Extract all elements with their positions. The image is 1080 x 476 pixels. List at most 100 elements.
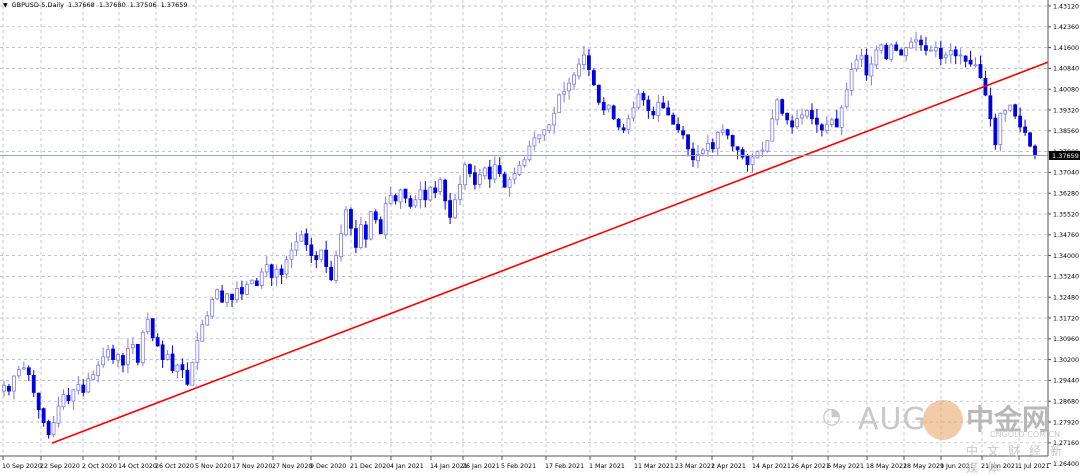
candle	[661, 96, 666, 109]
candle	[487, 159, 492, 188]
candle-body-bull	[294, 241, 299, 251]
candle-body-bear	[220, 290, 224, 303]
candle	[140, 330, 145, 367]
candle-body-bear	[403, 188, 408, 199]
high-value: 1.37680	[98, 1, 126, 9]
candle	[468, 163, 472, 178]
candle-body-bear	[150, 318, 155, 339]
y-tick-label: 1.42360	[1053, 24, 1079, 31]
candle-body-bear	[681, 130, 685, 136]
candle-body-bull	[889, 44, 894, 60]
candle	[225, 292, 229, 307]
candle	[190, 361, 195, 386]
candle	[175, 363, 180, 379]
candle	[770, 109, 775, 142]
candle-body-bear	[230, 293, 234, 301]
candle	[988, 87, 993, 127]
candle-body-bear	[686, 134, 690, 150]
candle	[170, 345, 175, 374]
candle-body-bear	[160, 344, 165, 360]
candle-body-bull	[874, 49, 879, 66]
candle-body-bull	[824, 123, 829, 131]
candle	[631, 101, 636, 122]
candle	[562, 81, 567, 103]
candle	[532, 131, 537, 151]
candle	[408, 195, 413, 209]
candle-body-bear	[899, 49, 904, 56]
candle-body-bear	[185, 369, 190, 385]
candle	[646, 95, 651, 119]
candle	[527, 140, 532, 162]
candle	[185, 362, 190, 386]
candle	[383, 196, 388, 240]
candle	[423, 181, 428, 208]
candle	[938, 40, 943, 66]
candle	[572, 72, 576, 91]
candle-body-bull	[140, 331, 145, 364]
candle	[616, 118, 621, 131]
candle	[755, 150, 760, 159]
candle	[735, 146, 740, 160]
candle	[86, 372, 91, 394]
candle-body-bull	[299, 234, 304, 242]
candle	[948, 43, 953, 64]
candle-body-bull	[909, 41, 913, 49]
candle-body-bear	[66, 394, 71, 402]
candle-body-bull	[106, 349, 110, 358]
y-tick-label: 1.40840	[1053, 66, 1079, 73]
current-price-label: 1.37659	[1049, 150, 1080, 160]
x-tick-label: 26 Oct 2020	[155, 463, 194, 470]
candle	[398, 188, 403, 209]
candle-body-bull	[126, 348, 130, 365]
candle-body-bull	[319, 249, 324, 260]
candle-body-bear	[354, 228, 358, 248]
candle-body-bear	[785, 112, 790, 121]
candle	[582, 45, 586, 71]
candle	[145, 312, 150, 335]
candle-body-bull	[76, 384, 81, 391]
candle-body-bull	[21, 367, 26, 370]
candle	[393, 193, 398, 205]
y-tick-label: 1.34760	[1053, 232, 1079, 239]
y-tick-label: 1.43120	[1053, 3, 1079, 10]
candle	[403, 188, 408, 204]
candle-body-bull	[805, 110, 809, 117]
candle-body-bear	[735, 146, 740, 151]
x-tick-label: 2 Oct 2020	[82, 463, 117, 470]
open-value: 1.37668	[67, 1, 95, 9]
candle-body-bull	[145, 319, 150, 333]
candle-body-bull	[720, 129, 725, 133]
candle	[745, 153, 750, 172]
candle-body-bear	[26, 367, 31, 376]
candle	[924, 36, 928, 56]
x-tick-label: 1 Mar 2021	[589, 463, 625, 470]
candle-body-bear	[448, 200, 453, 218]
candle-body-bear	[780, 99, 785, 114]
x-tick-label: 4 Jan 2021	[390, 463, 424, 470]
dropdown-triangle-icon[interactable]: ▼	[3, 2, 8, 9]
candle	[215, 288, 220, 301]
candle	[101, 347, 106, 368]
candle	[497, 157, 502, 177]
candle-body-bear	[373, 211, 378, 221]
candle	[324, 240, 329, 273]
x-tick-label: 14 Oct 2020	[118, 463, 157, 470]
candle-body-bear	[31, 375, 36, 393]
candle-body-bull	[879, 44, 884, 51]
x-tick-label: 28 May 2021	[903, 463, 944, 470]
candle	[522, 156, 527, 168]
candle	[641, 91, 646, 106]
candle-body-bull	[344, 209, 348, 236]
candle	[438, 177, 443, 196]
chart-header: ▼ GBPUSD-5,Daily 1.37668 1.37680 1.37506…	[3, 1, 188, 9]
y-tick-label: 1.36280	[1053, 191, 1079, 198]
candle-body-bull	[116, 354, 120, 361]
trendline[interactable]	[51, 61, 1049, 444]
candle-body-bear	[180, 364, 185, 371]
candle-body-bull	[854, 59, 859, 70]
watermark-site: CNGOLD.COM.CN	[990, 430, 1061, 439]
candle-body-bull	[943, 54, 948, 59]
candle-body-bull	[973, 64, 978, 67]
candle-body-bear	[725, 129, 730, 136]
candle-body-bear	[978, 64, 983, 79]
